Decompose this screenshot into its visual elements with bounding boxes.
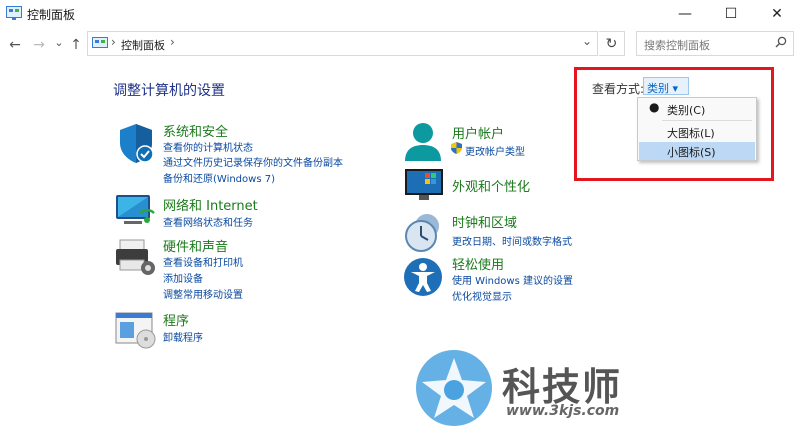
back-button[interactable]: ← xyxy=(6,36,24,54)
refresh-button[interactable]: ↻ xyxy=(599,31,625,56)
minimize-button[interactable]: — xyxy=(662,0,708,28)
up-button[interactable]: ↑ xyxy=(67,36,85,54)
category-hardware-sound[interactable]: 硬件和声音 xyxy=(163,236,228,255)
close-button[interactable]: ✕ xyxy=(754,0,800,28)
breadcrumb-separator[interactable]: › xyxy=(170,35,175,49)
view-by-menu: ● 类别(C) 大图标(L) 小图标(S) xyxy=(637,97,757,161)
view-by-value[interactable]: 类别 ▾ xyxy=(647,80,678,96)
address-dropdown-icon[interactable]: ⌄ xyxy=(582,34,592,48)
forward-button[interactable]: → xyxy=(30,36,48,54)
uac-shield-icon xyxy=(451,142,462,154)
minimize-icon: — xyxy=(678,6,692,22)
programs-icon xyxy=(115,312,156,349)
watermark-logo-icon xyxy=(416,350,492,426)
control-panel-icon xyxy=(6,6,22,20)
address-bar[interactable]: › 控制面板 › ⌄ xyxy=(87,31,598,56)
link-file-history[interactable]: 通过文件历史记录保存你的文件备份副本 xyxy=(163,154,343,169)
link-backup-restore[interactable]: 备份和还原(Windows 7) xyxy=(163,170,275,185)
menu-item-large-icons[interactable]: 大图标(L) xyxy=(639,123,755,141)
forward-arrow-icon: → xyxy=(33,37,45,53)
breadcrumb-control-panel[interactable]: 控制面板 xyxy=(121,37,165,53)
back-arrow-icon: ← xyxy=(9,37,21,53)
link-windows-suggested-settings[interactable]: 使用 Windows 建议的设置 xyxy=(452,272,573,287)
link-mobility-settings[interactable]: 调整常用移动设置 xyxy=(163,286,243,301)
link-add-device[interactable]: 添加设备 xyxy=(163,270,203,285)
menu-item-small-icons[interactable]: 小图标(S) xyxy=(639,142,755,160)
network-icon xyxy=(116,195,155,224)
watermark-url: www.3kjs.com xyxy=(506,403,620,419)
printer-icon xyxy=(116,239,155,275)
close-icon: ✕ xyxy=(771,6,783,22)
radio-bullet-icon: ● xyxy=(649,100,660,114)
menu-item-category[interactable]: ● 类别(C) xyxy=(639,100,755,118)
up-arrow-icon: ↑ xyxy=(70,37,82,53)
breadcrumb-separator: › xyxy=(111,35,116,49)
category-system-security[interactable]: 系统和安全 xyxy=(163,121,228,140)
link-network-status[interactable]: 查看网络状态和任务 xyxy=(163,214,253,229)
maximize-icon: ☐ xyxy=(724,6,738,22)
shield-icon xyxy=(120,124,154,163)
search-input[interactable]: 搜索控制面板 xyxy=(636,31,794,56)
search-placeholder: 搜索控制面板 xyxy=(644,39,710,52)
clock-icon xyxy=(405,214,439,252)
category-user-accounts[interactable]: 用户帐户 xyxy=(452,123,504,142)
link-optimize-visual-display[interactable]: 优化视觉显示 xyxy=(452,288,512,303)
view-by-label: 查看方式: xyxy=(592,82,645,96)
refresh-icon: ↻ xyxy=(605,35,618,52)
user-icon xyxy=(405,123,441,161)
link-uninstall-program[interactable]: 卸载程序 xyxy=(163,329,203,344)
category-network-internet[interactable]: 网络和 Internet xyxy=(163,195,258,214)
category-appearance[interactable]: 外观和个性化 xyxy=(452,176,530,195)
title-bar: 控制面板 — ☐ ✕ xyxy=(0,0,800,28)
window-title: 控制面板 xyxy=(27,8,76,22)
category-clock-region[interactable]: 时钟和区域 xyxy=(452,212,517,231)
menu-divider xyxy=(662,120,752,121)
link-change-date-time[interactable]: 更改日期、时间或数字格式 xyxy=(452,233,572,248)
control-panel-small-icon xyxy=(92,37,108,48)
accessibility-icon xyxy=(404,258,442,296)
search-icon[interactable] xyxy=(775,36,787,48)
link-view-computer-status[interactable]: 查看你的计算机状态 xyxy=(163,139,253,154)
chevron-down-icon: ⌄ xyxy=(54,35,64,49)
link-change-account-type[interactable]: 更改帐户类型 xyxy=(465,143,525,158)
monitor-icon xyxy=(405,169,443,200)
page-heading: 调整计算机的设置 xyxy=(113,83,225,99)
category-programs[interactable]: 程序 xyxy=(163,310,189,329)
link-devices-printers[interactable]: 查看设备和打印机 xyxy=(163,254,243,269)
maximize-button[interactable]: ☐ xyxy=(708,0,754,28)
category-ease-of-access[interactable]: 轻松使用 xyxy=(452,254,504,273)
recent-locations-button[interactable]: ⌄ xyxy=(50,33,68,51)
